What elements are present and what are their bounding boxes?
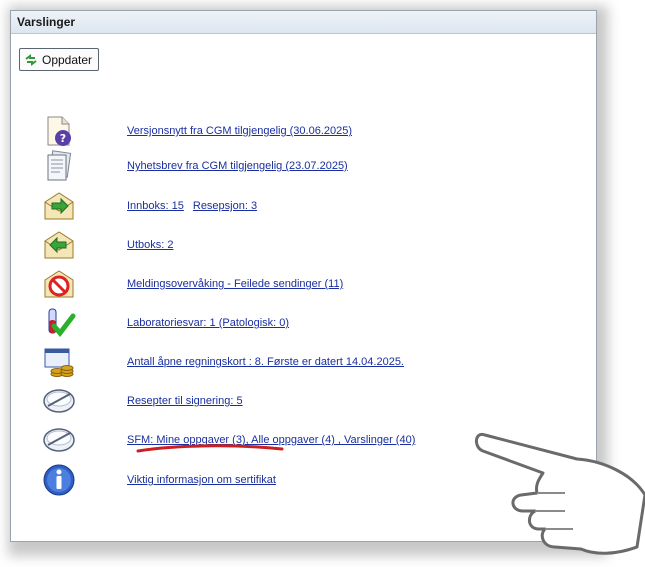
notification-row-lab: Laboratoriesvar: 1 (Patologisk: 0) <box>40 304 580 342</box>
pointing-hand-icon <box>475 432 645 555</box>
billing-card-coins-icon <box>40 343 78 381</box>
certificate-info-link[interactable]: Viktig informasjon om sertifikat <box>127 474 276 486</box>
failed-messages-link[interactable]: Meldingsovervåking - Feilede sendinger (… <box>127 278 343 290</box>
pill-icon <box>40 421 78 459</box>
newsletter-icon <box>40 147 78 185</box>
question-document-icon: ? <box>40 112 78 150</box>
notification-row-outbox: Utboks: 2 <box>40 226 580 264</box>
window-title: Varslinger <box>11 11 596 34</box>
notification-row-billing: Antall åpne regningskort : 8. Første er … <box>40 343 580 381</box>
notification-row-failed: Meldingsovervåking - Feilede sendinger (… <box>40 265 580 303</box>
refresh-button[interactable]: Oppdater <box>19 48 100 71</box>
refresh-label: Oppdater <box>42 52 93 67</box>
lab-tube-check-icon <box>40 304 78 342</box>
newsletter-link[interactable]: Nyhetsbrev fra CGM tilgjengelig (23.07.2… <box>127 160 348 172</box>
notification-row-version: ? Versjonsnytt fra CGM tilgjengelig (30.… <box>40 112 580 150</box>
refresh-icon <box>25 53 37 66</box>
inbox-link[interactable]: Innboks: 15 <box>127 200 184 212</box>
lab-results-link[interactable]: Laboratoriesvar: 1 (Patologisk: 0) <box>127 317 289 329</box>
outbox-link[interactable]: Utboks: 2 <box>127 239 173 251</box>
annotation-underline <box>136 444 284 453</box>
notification-row-newsletter: Nyhetsbrev fra CGM tilgjengelig (23.07.2… <box>40 147 580 185</box>
prescriptions-link[interactable]: Resepter til signering: 5 <box>127 395 243 407</box>
billing-cards-link[interactable]: Antall åpne regningskort : 8. Første er … <box>127 356 404 368</box>
inbox-envelope-icon <box>40 187 78 225</box>
svg-text:?: ? <box>60 132 66 145</box>
notification-row-inbox: Innboks: 15 Resepsjon: 3 <box>40 187 580 225</box>
outbox-envelope-icon <box>40 226 78 264</box>
info-icon <box>40 461 78 499</box>
reception-link[interactable]: Resepsjon: 3 <box>193 200 257 212</box>
failed-envelope-icon <box>40 265 78 303</box>
version-news-link[interactable]: Versjonsnytt fra CGM tilgjengelig (30.06… <box>127 125 352 137</box>
pill-icon <box>40 382 78 420</box>
